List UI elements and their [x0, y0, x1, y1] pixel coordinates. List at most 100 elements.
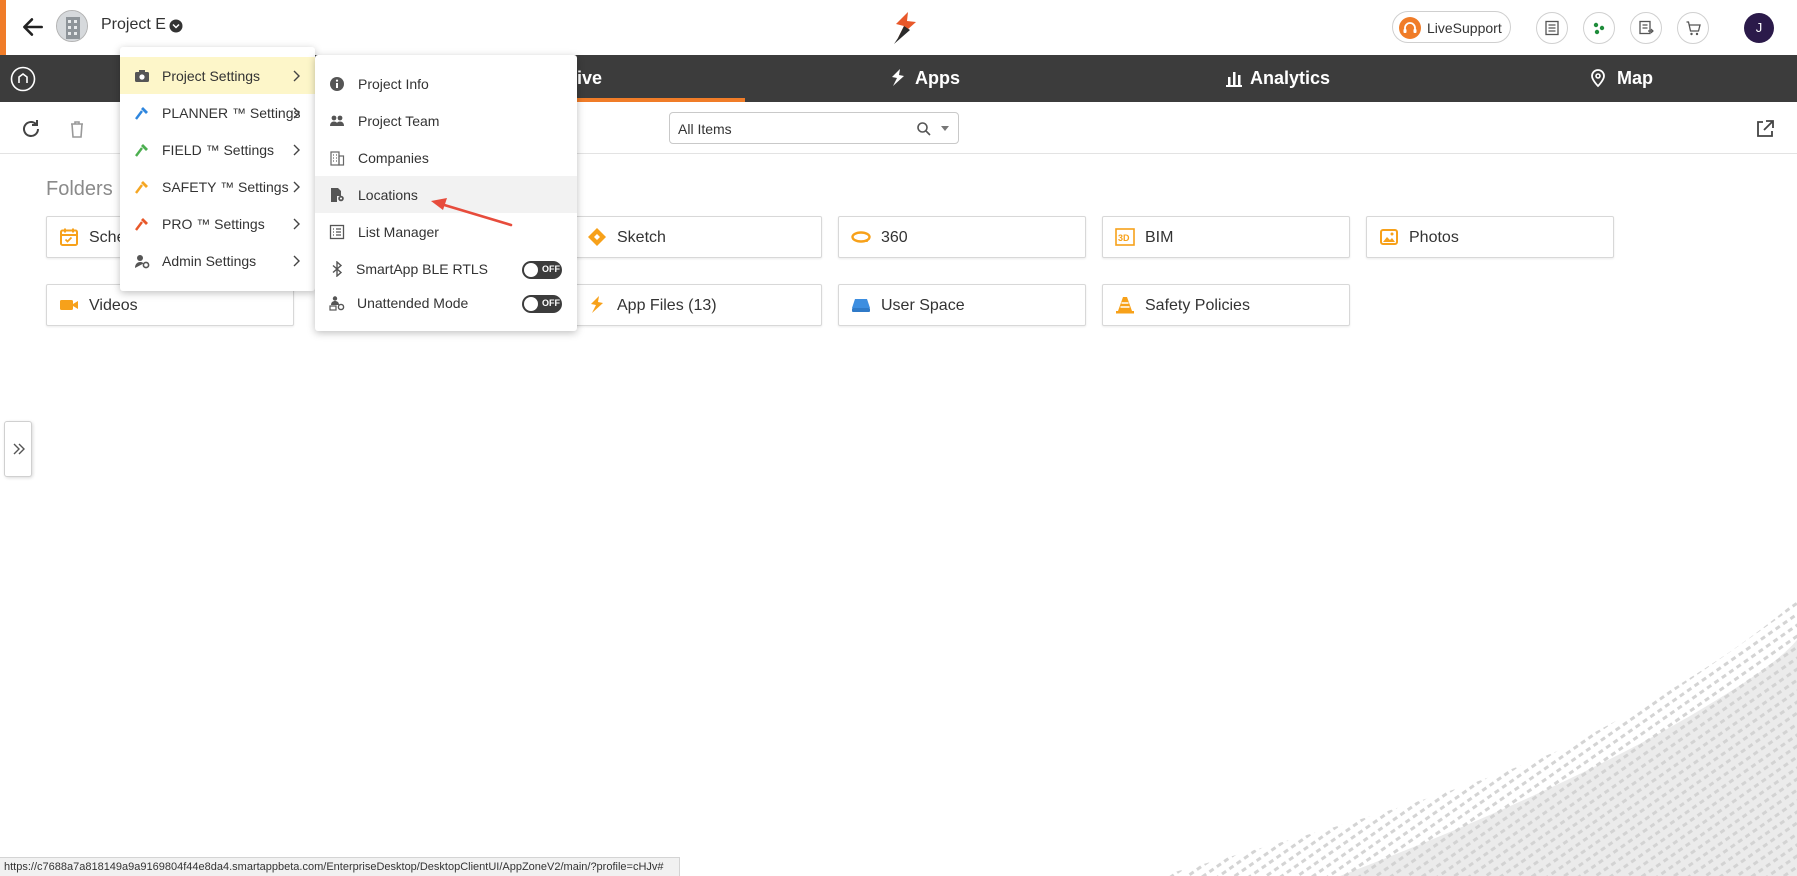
settings-menu: Project Settings PLANNER ™ Settings FIEL… — [120, 47, 315, 291]
people-dots-icon — [1593, 22, 1605, 35]
folder-bim[interactable]: 3D BIM — [1102, 216, 1350, 258]
unattended-icon — [329, 296, 345, 311]
menu-item-project-settings[interactable]: Project Settings — [120, 57, 315, 94]
360-icon — [851, 231, 871, 243]
folder-safety-policies[interactable]: Safety Policies — [1102, 284, 1350, 326]
document-arrow-icon — [1639, 20, 1654, 35]
browser-status-url: https://c7688a7a818149a9a9169804f44e8da4… — [0, 857, 680, 876]
building-icon — [330, 151, 345, 166]
chevron-right-icon — [293, 181, 300, 193]
filter-select[interactable]: All Items — [669, 112, 959, 144]
folder-360[interactable]: 360 — [838, 216, 1086, 258]
toggle-knob — [524, 263, 538, 277]
side-drawer-toggle[interactable] — [4, 421, 32, 477]
folder-label: Photos — [1409, 229, 1459, 246]
menu-item-safety-settings[interactable]: SAFETY ™ Settings — [120, 168, 315, 205]
submenu-item-unattended-mode[interactable]: Unattended Mode OFF — [315, 284, 577, 321]
submenu-item-label: Companies — [358, 150, 429, 166]
toggle-state: OFF — [542, 264, 560, 274]
home-circle-icon[interactable] — [10, 66, 36, 92]
menu-item-label: PRO ™ Settings — [162, 216, 265, 232]
sketch-icon — [588, 228, 606, 246]
menu-item-label: Admin Settings — [162, 253, 257, 269]
tab-drive[interactable]: rive — [560, 55, 680, 102]
photos-icon — [1380, 229, 1398, 245]
hammer-icon — [135, 144, 148, 157]
submenu-item-ble-rtls[interactable]: SmartApp BLE RTLS OFF — [315, 250, 577, 287]
toggle-knob — [524, 297, 538, 311]
trash-icon[interactable] — [66, 118, 88, 140]
menu-item-pro-settings[interactable]: PRO ™ Settings — [120, 205, 315, 242]
folder-label: App Files (13) — [617, 297, 717, 314]
filter-value: All Items — [678, 121, 732, 137]
ble-rtls-toggle[interactable]: OFF — [522, 261, 562, 279]
list-document-icon — [1545, 20, 1559, 36]
folder-label: User Space — [881, 297, 965, 314]
unattended-mode-toggle[interactable]: OFF — [522, 295, 562, 313]
folder-photos[interactable]: Photos — [1366, 216, 1614, 258]
menu-item-planner-settings[interactable]: PLANNER ™ Settings — [120, 94, 315, 131]
task-list-button[interactable] — [1536, 12, 1568, 44]
folder-app-files[interactable]: App Files (13) — [574, 284, 822, 326]
bluetooth-icon — [332, 261, 343, 277]
svg-text:3D: 3D — [1118, 233, 1130, 243]
submenu-item-project-team[interactable]: Project Team — [315, 102, 577, 139]
search-icon[interactable] — [916, 121, 932, 137]
tab-map[interactable]: Map — [1588, 55, 1688, 102]
info-icon — [330, 77, 344, 91]
cart-icon — [1686, 21, 1701, 36]
folder-user-space[interactable]: User Space — [838, 284, 1086, 326]
chevron-right-icon — [293, 144, 300, 156]
submenu-item-label: SmartApp BLE RTLS — [356, 261, 489, 277]
document-flow-button[interactable] — [1630, 12, 1662, 44]
external-link-icon[interactable] — [1754, 118, 1776, 140]
submenu-item-label: Locations — [358, 187, 418, 203]
menu-item-label: Project Settings — [162, 68, 261, 84]
building-photo-icon — [57, 11, 87, 41]
decorative-texture-icon — [1160, 600, 1797, 876]
location-doc-icon — [331, 188, 344, 202]
user-avatar[interactable]: J — [1744, 13, 1774, 43]
project-avatar[interactable] — [56, 10, 88, 42]
hammer-icon — [135, 181, 148, 194]
submenu-item-companies[interactable]: Companies — [315, 139, 577, 176]
menu-item-admin-settings[interactable]: Admin Settings — [120, 242, 315, 279]
app-files-icon — [591, 296, 603, 313]
double-chevron-right-icon — [13, 443, 25, 455]
tab-analytics-label: Analytics — [1250, 68, 1331, 88]
back-arrow-icon[interactable] — [20, 14, 46, 40]
cart-list-button[interactable] — [1677, 12, 1709, 44]
caret-down-icon[interactable] — [940, 125, 950, 133]
tab-analytics[interactable]: Analytics — [1222, 55, 1362, 102]
apps-icon — [892, 69, 904, 86]
project-settings-submenu: Project Info Project Team Companies Loca… — [315, 55, 577, 331]
chevron-right-icon — [293, 218, 300, 230]
analytics-icon — [1226, 72, 1242, 87]
headset-icon — [1399, 17, 1421, 39]
hammer-icon — [135, 107, 148, 120]
folder-label: Videos — [89, 297, 138, 314]
cone-icon — [1116, 297, 1134, 314]
smartapp-logo-icon[interactable] — [888, 10, 924, 46]
team-icon — [330, 115, 344, 126]
submenu-item-label: Project Info — [358, 76, 429, 92]
chevron-right-icon — [293, 70, 300, 82]
refresh-icon[interactable] — [20, 118, 42, 140]
admin-gear-icon — [135, 255, 150, 269]
submenu-item-project-info[interactable]: Project Info — [315, 65, 577, 102]
chevron-down-icon[interactable] — [169, 19, 183, 33]
folder-sketch[interactable]: Sketch — [574, 216, 822, 258]
tab-apps-label: Apps — [915, 68, 960, 88]
tab-map-label: Map — [1617, 68, 1653, 88]
menu-item-field-settings[interactable]: FIELD ™ Settings — [120, 131, 315, 168]
project-name[interactable]: Project E — [101, 16, 166, 34]
chevron-right-icon — [293, 107, 300, 119]
tab-apps[interactable]: Apps — [886, 55, 1006, 102]
team-status-button[interactable] — [1583, 12, 1615, 44]
list-icon — [329, 224, 345, 240]
submenu-item-label: Project Team — [358, 113, 440, 129]
submenu-item-label: Unattended Mode — [357, 295, 469, 311]
map-pin-icon — [1591, 69, 1605, 88]
livesupport-button[interactable]: LiveSupport — [1392, 11, 1511, 43]
camera-icon — [135, 70, 149, 82]
